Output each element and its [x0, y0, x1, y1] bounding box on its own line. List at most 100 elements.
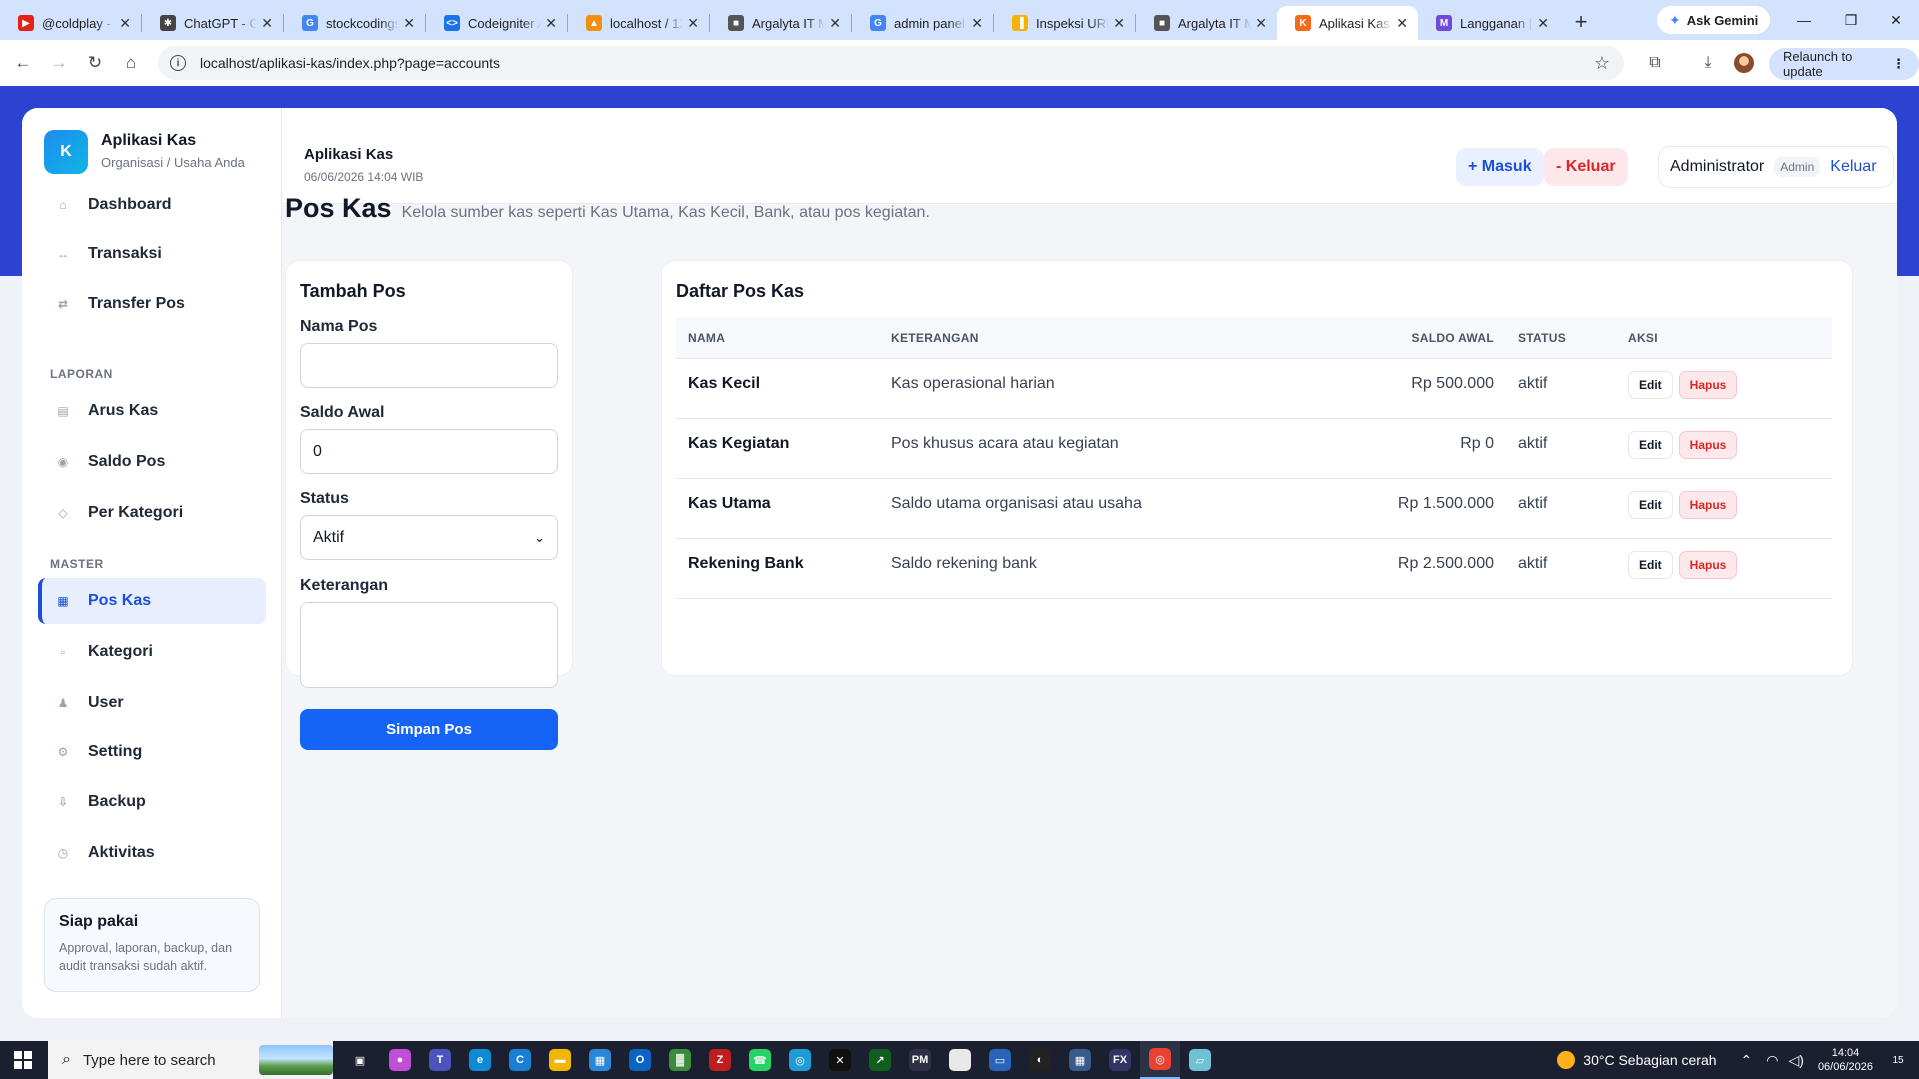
sidebar-item-pos-kas[interactable]: ▦ Pos Kas — [38, 578, 266, 624]
app-fx-icon[interactable]: FX — [1100, 1041, 1140, 1079]
close-tab-icon[interactable]: ✕ — [1255, 15, 1267, 32]
app-grid-icon[interactable]: ▓ — [660, 1041, 700, 1079]
edit-button[interactable]: Edit — [1628, 491, 1673, 519]
sidebar-item-transaksi[interactable]: ↔ Transaksi — [38, 231, 266, 277]
sidebar-item-per-kategori[interactable]: ◇ Per Kategori — [38, 490, 266, 536]
name-input[interactable] — [300, 343, 558, 388]
reload-icon[interactable]: ↻ — [80, 48, 110, 78]
task-view-icon[interactable]: ▣ — [340, 1041, 380, 1079]
sidebar-item-aktivitas[interactable]: ◷ Aktivitas — [38, 830, 266, 876]
profile-avatar[interactable] — [1734, 53, 1754, 73]
sidebar-item-transfer-pos[interactable]: ⇄ Transfer Pos — [38, 281, 266, 327]
browser-tab[interactable]: ✱ChatGPT - GP✕ — [142, 6, 283, 40]
close-tab-icon[interactable]: ✕ — [829, 15, 841, 32]
forward-icon[interactable]: → — [44, 48, 74, 78]
delete-button[interactable]: Hapus — [1678, 551, 1738, 579]
sidebar-item-user[interactable]: ♟ User — [38, 680, 266, 726]
edit-button[interactable]: Edit — [1628, 431, 1673, 459]
app-paper-icon[interactable]: ▱ — [1180, 1041, 1220, 1079]
capcut-icon[interactable]: ✕ — [820, 1041, 860, 1079]
ask-gemini-button[interactable]: ✦ Ask Gemini — [1657, 6, 1771, 34]
more-menu-icon[interactable]: ⋮ — [1892, 56, 1905, 72]
app-monitor-icon[interactable]: ▭ — [980, 1041, 1020, 1079]
browser-tab[interactable]: <> Codeigniter A ✕ — [426, 6, 567, 40]
browser-tab[interactable]: ■ Argalyta IT M ✕ — [1136, 6, 1277, 40]
explorer-icon[interactable]: ▬ — [540, 1041, 580, 1079]
taskbar-search[interactable]: ⌕ Type here to search — [48, 1041, 333, 1079]
browser-tab[interactable]: K Aplikasi Kas ✕ — [1277, 6, 1418, 40]
store-icon[interactable]: ▦ — [580, 1041, 620, 1079]
save-pos-button[interactable]: Simpan Pos — [300, 709, 558, 750]
whatsapp-icon[interactable]: ☎ — [740, 1041, 780, 1079]
brand[interactable]: K Aplikasi Kas Organisasi / Usaha Anda — [44, 130, 245, 174]
browser-tab[interactable]: ▶ @coldplay - Y ✕ — [0, 6, 141, 40]
sidebar-item-arus-kas[interactable]: ▤ Arus Kas — [38, 388, 266, 434]
browser-tab[interactable]: Gstockcodings ✕ — [284, 6, 425, 40]
teams-icon[interactable]: T — [420, 1041, 460, 1079]
bookmark-star-icon[interactable]: ☆ — [1594, 53, 1610, 74]
download-icon[interactable]: ⤓ — [1693, 48, 1723, 78]
status-select[interactable]: Aktif ⌄ — [300, 515, 558, 560]
edit-button[interactable]: Edit — [1628, 371, 1673, 399]
close-tab-icon[interactable]: ✕ — [261, 15, 273, 32]
taskbar-clock[interactable]: 14:04 06/06/2026 — [1818, 1046, 1873, 1074]
browser-tab[interactable]: M Langganan | ✕ — [1418, 6, 1559, 40]
close-tab-icon[interactable]: ✕ — [403, 15, 415, 32]
sidebar-item-dashboard[interactable]: ⌂ Dashboard — [38, 182, 266, 228]
delete-button[interactable]: Hapus — [1678, 371, 1738, 399]
balance-icon: ◉ — [57, 455, 69, 469]
browser-tab[interactable]: ■ Argalyta IT M ✕ — [710, 6, 851, 40]
sidebar-item-saldo-pos[interactable]: ◉ Saldo Pos — [38, 439, 266, 485]
sidebar-item-kategori[interactable]: ▫ Kategori — [38, 629, 266, 675]
address-bar[interactable]: i localhost/aplikasi-kas/index.php?page=… — [158, 46, 1624, 80]
relaunch-button[interactable]: Relaunch to update ⋮ — [1769, 48, 1919, 80]
cash-in-button[interactable]: + Masuk — [1456, 148, 1544, 186]
weather-text[interactable]: 30°C Sebagian cerah — [1583, 1052, 1716, 1068]
close-tab-icon[interactable]: ✕ — [971, 15, 983, 32]
sidebar-item-backup[interactable]: ⇩ Backup — [38, 779, 266, 825]
app-c-icon[interactable]: C — [500, 1041, 540, 1079]
sidebar-item-setting[interactable]: ⚙ Setting — [38, 729, 266, 775]
back-icon[interactable]: ← — [8, 48, 38, 78]
calculator-icon[interactable]: ▦ — [1060, 1041, 1100, 1079]
extensions-icon[interactable]: ⧉ — [1640, 48, 1670, 78]
notepad-icon[interactable] — [940, 1041, 980, 1079]
app-pm-icon[interactable]: PM — [900, 1041, 940, 1079]
edge-icon[interactable]: e — [460, 1041, 500, 1079]
edit-button[interactable]: Edit — [1628, 551, 1673, 579]
minimize-window-button[interactable]: — — [1781, 0, 1827, 40]
browser-tab[interactable]: ▲ localhost / 12 ✕ — [568, 6, 709, 40]
outlook-icon[interactable]: O — [620, 1041, 660, 1079]
site-info-icon[interactable]: i — [170, 55, 186, 71]
home-icon[interactable]: ⌂ — [116, 48, 146, 78]
close-tab-icon[interactable]: ✕ — [1113, 15, 1125, 32]
logout-link[interactable]: Keluar — [1830, 158, 1876, 176]
close-tab-icon[interactable]: ✕ — [1396, 15, 1408, 32]
close-tab-icon[interactable]: ✕ — [119, 15, 131, 32]
saldo-input[interactable]: 0 — [300, 429, 558, 474]
chrome-icon[interactable]: ◎ — [1140, 1041, 1180, 1079]
close-tab-icon[interactable]: ✕ — [545, 15, 557, 32]
cash-out-button[interactable]: - Keluar — [1544, 148, 1628, 186]
obs-icon[interactable]: ◐ — [1020, 1041, 1060, 1079]
app-green-icon[interactable]: ↗ — [860, 1041, 900, 1079]
delete-button[interactable]: Hapus — [1678, 431, 1738, 459]
close-window-button[interactable]: ✕ — [1873, 0, 1919, 40]
app-globe-icon[interactable]: ◎ — [780, 1041, 820, 1079]
new-tab-icon[interactable]: + — [1565, 6, 1597, 38]
photos-icon[interactable]: ● — [380, 1041, 420, 1079]
tray-chevron-icon[interactable]: ⌃ — [1741, 1052, 1753, 1069]
notifications-icon[interactable]: 15 — [1885, 1047, 1911, 1073]
delete-button[interactable]: Hapus — [1678, 491, 1738, 519]
close-tab-icon[interactable]: ✕ — [1537, 15, 1549, 32]
browser-tab[interactable]: Gadmin panel ✕ — [852, 6, 993, 40]
close-tab-icon[interactable]: ✕ — [687, 15, 699, 32]
filezilla-icon[interactable]: Z — [700, 1041, 740, 1079]
volume-icon[interactable]: ◁) — [1789, 1052, 1804, 1069]
browser-tab[interactable]: ▐ Inspeksi URL ✕ — [994, 6, 1135, 40]
wifi-icon[interactable]: ◠ — [1766, 1052, 1778, 1069]
tab-favicon-icon: G — [302, 15, 318, 31]
description-textarea[interactable] — [300, 602, 558, 688]
restore-window-button[interactable]: ❐ — [1828, 0, 1874, 40]
start-button[interactable] — [0, 1041, 46, 1079]
